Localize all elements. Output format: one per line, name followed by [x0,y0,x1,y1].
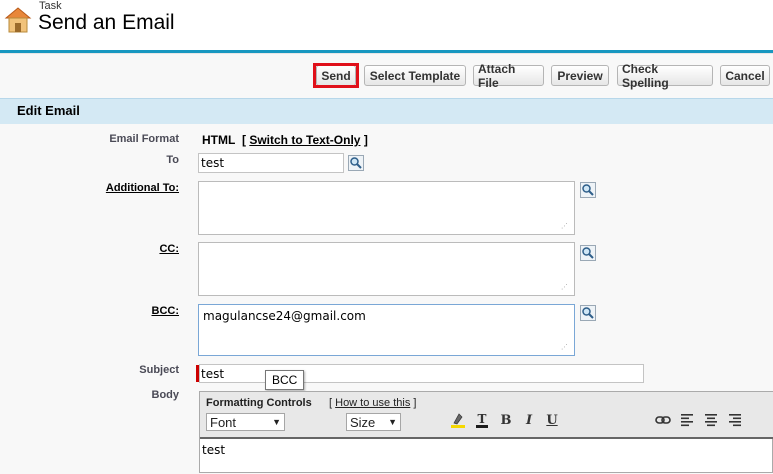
email-format-label: Email Format [109,133,179,145]
body-label: Body [151,389,180,401]
align-right-icon[interactable] [726,411,744,429]
page-title: Send an Email [38,11,175,34]
preview-button[interactable]: Preview [551,65,609,86]
select-template-button[interactable]: Select Template [364,65,466,86]
svg-text:T: T [478,412,487,426]
bracket-open: [ [242,133,246,147]
size-select-value: Size [350,414,376,430]
to-input[interactable]: test [198,153,344,173]
help-bracket-open: [ [329,397,333,409]
send-button-highlight [313,63,359,88]
bcc-tooltip: BCC [265,370,305,390]
cc-label[interactable]: CC: [159,243,179,255]
additional-to-lookup-icon[interactable] [580,182,596,198]
chevron-down-icon: ▼ [388,417,397,427]
task-icon [4,7,32,33]
underline-icon[interactable]: U [543,411,561,429]
to-label: To [166,154,179,166]
highlight-color-icon[interactable] [449,411,467,429]
section-header [0,98,773,124]
bcc-lookup-icon[interactable] [580,305,596,321]
switch-to-text-link[interactable]: Switch to Text-Only [249,133,360,147]
align-center-icon[interactable] [702,411,720,429]
cc-textarea[interactable] [198,242,575,296]
chevron-down-icon: ▼ [272,417,281,427]
bold-icon[interactable]: B [497,411,515,429]
email-format-html: HTML [202,133,236,147]
formatting-controls-title: Formatting Controls [206,397,312,409]
formatting-help: [ How to use this ] [329,397,416,409]
bcc-label[interactable]: BCC: [152,305,180,317]
body-content[interactable]: test [202,443,225,457]
font-select-value: Font [210,414,237,430]
to-lookup-icon[interactable] [348,155,364,171]
attach-file-button[interactable]: Attach File [473,62,544,90]
how-to-use-link[interactable]: How to use this [335,397,410,409]
help-bracket-close: ] [413,397,417,409]
size-select[interactable]: Size ▼ [346,413,401,431]
check-spelling-button[interactable]: Check Spelling [617,62,713,90]
align-left-icon[interactable] [678,411,696,429]
bcc-textarea[interactable]: magulancse24@gmail.com [198,304,575,356]
cc-lookup-icon[interactable] [580,245,596,261]
subject-label: Subject [139,364,179,376]
additional-to-textarea[interactable] [198,181,575,235]
section-title: Edit Email [17,103,80,118]
email-format-value: HTML [ Switch to Text-Only ] [202,133,368,147]
link-icon[interactable] [654,411,672,429]
additional-to-label[interactable]: Additional To: [106,182,179,194]
bracket-close: ] [363,133,368,147]
font-select[interactable]: Font ▼ [206,413,285,431]
text-color-icon[interactable]: T [473,411,491,429]
cancel-button[interactable]: Cancel [720,65,770,86]
italic-icon[interactable]: I [520,411,538,429]
